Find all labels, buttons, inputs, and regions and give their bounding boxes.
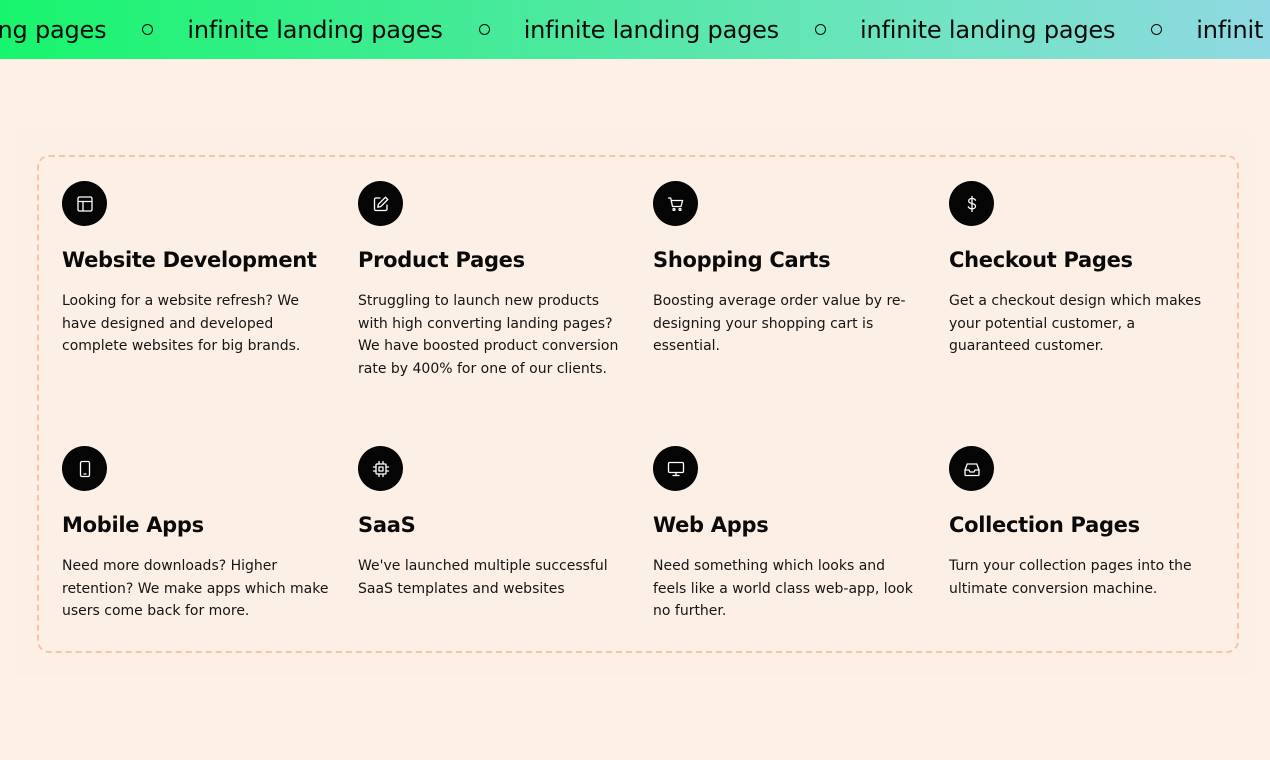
marquee-banner: e landing pages infinite landing pages i…: [0, 0, 1270, 59]
circle-outline-icon: [142, 24, 154, 35]
service-description: We've launched multiple successful SaaS …: [358, 558, 608, 597]
marquee-text: infinite landing pages: [187, 15, 443, 44]
dollar-icon: [949, 181, 994, 226]
service-card-website-development: Website Development Looking for a websit…: [62, 181, 330, 358]
service-description: Get a checkout design which makes your p…: [949, 293, 1202, 355]
shopping-cart-icon: [653, 181, 698, 226]
service-title: Web Apps: [653, 513, 769, 537]
service-title: SaaS: [358, 513, 416, 537]
service-card-mobile-apps: Mobile Apps Need more downloads? Higher …: [62, 446, 330, 623]
marquee-text: infinite landing pages: [860, 15, 1116, 44]
service-description: Struggling to launch new products with h…: [358, 293, 619, 377]
service-description: Boosting average order value by re-desig…: [653, 293, 906, 355]
service-description: Looking for a website refresh? We have d…: [62, 293, 301, 355]
service-card-web-apps: Web Apps Need something which looks and …: [653, 446, 921, 623]
service-title: Mobile Apps: [62, 513, 204, 537]
circle-outline-icon: [478, 24, 490, 35]
marquee-text: infinite landing pages: [523, 15, 779, 44]
service-card-shopping-carts: Shopping Carts Boosting average order va…: [653, 181, 921, 358]
marquee-track: e landing pages infinite landing pages i…: [0, 0, 1263, 59]
service-title: Checkout Pages: [949, 248, 1133, 272]
layout-icon: [62, 181, 107, 226]
service-card-saas: SaaS We've launched multiple successful …: [358, 446, 626, 600]
service-title: Shopping Carts: [653, 248, 831, 272]
monitor-icon: [653, 446, 698, 491]
marquee-text-fragment: infinit: [1196, 15, 1264, 44]
service-card-product-pages: Product Pages Struggling to launch new p…: [358, 181, 626, 381]
service-card-collection-pages: Collection Pages Turn your collection pa…: [949, 446, 1217, 600]
circle-outline-icon: [815, 24, 826, 35]
smartphone-icon: [62, 446, 107, 491]
service-description: Need more downloads? Higher retention? W…: [62, 558, 329, 620]
service-title: Website Development: [62, 248, 317, 272]
edit-icon: [358, 181, 403, 226]
service-card-checkout-pages: Checkout Pages Get a checkout design whi…: [949, 181, 1217, 358]
service-description: Turn your collection pages into the ulti…: [949, 558, 1192, 597]
chip-icon: [358, 446, 403, 491]
service-title: Product Pages: [358, 248, 525, 272]
service-title: Collection Pages: [949, 513, 1140, 537]
service-description: Need something which looks and feels lik…: [653, 558, 913, 620]
inbox-icon: [949, 446, 994, 491]
circle-outline-icon: [1151, 24, 1163, 35]
marquee-text-fragment: e landing pages: [0, 15, 107, 44]
